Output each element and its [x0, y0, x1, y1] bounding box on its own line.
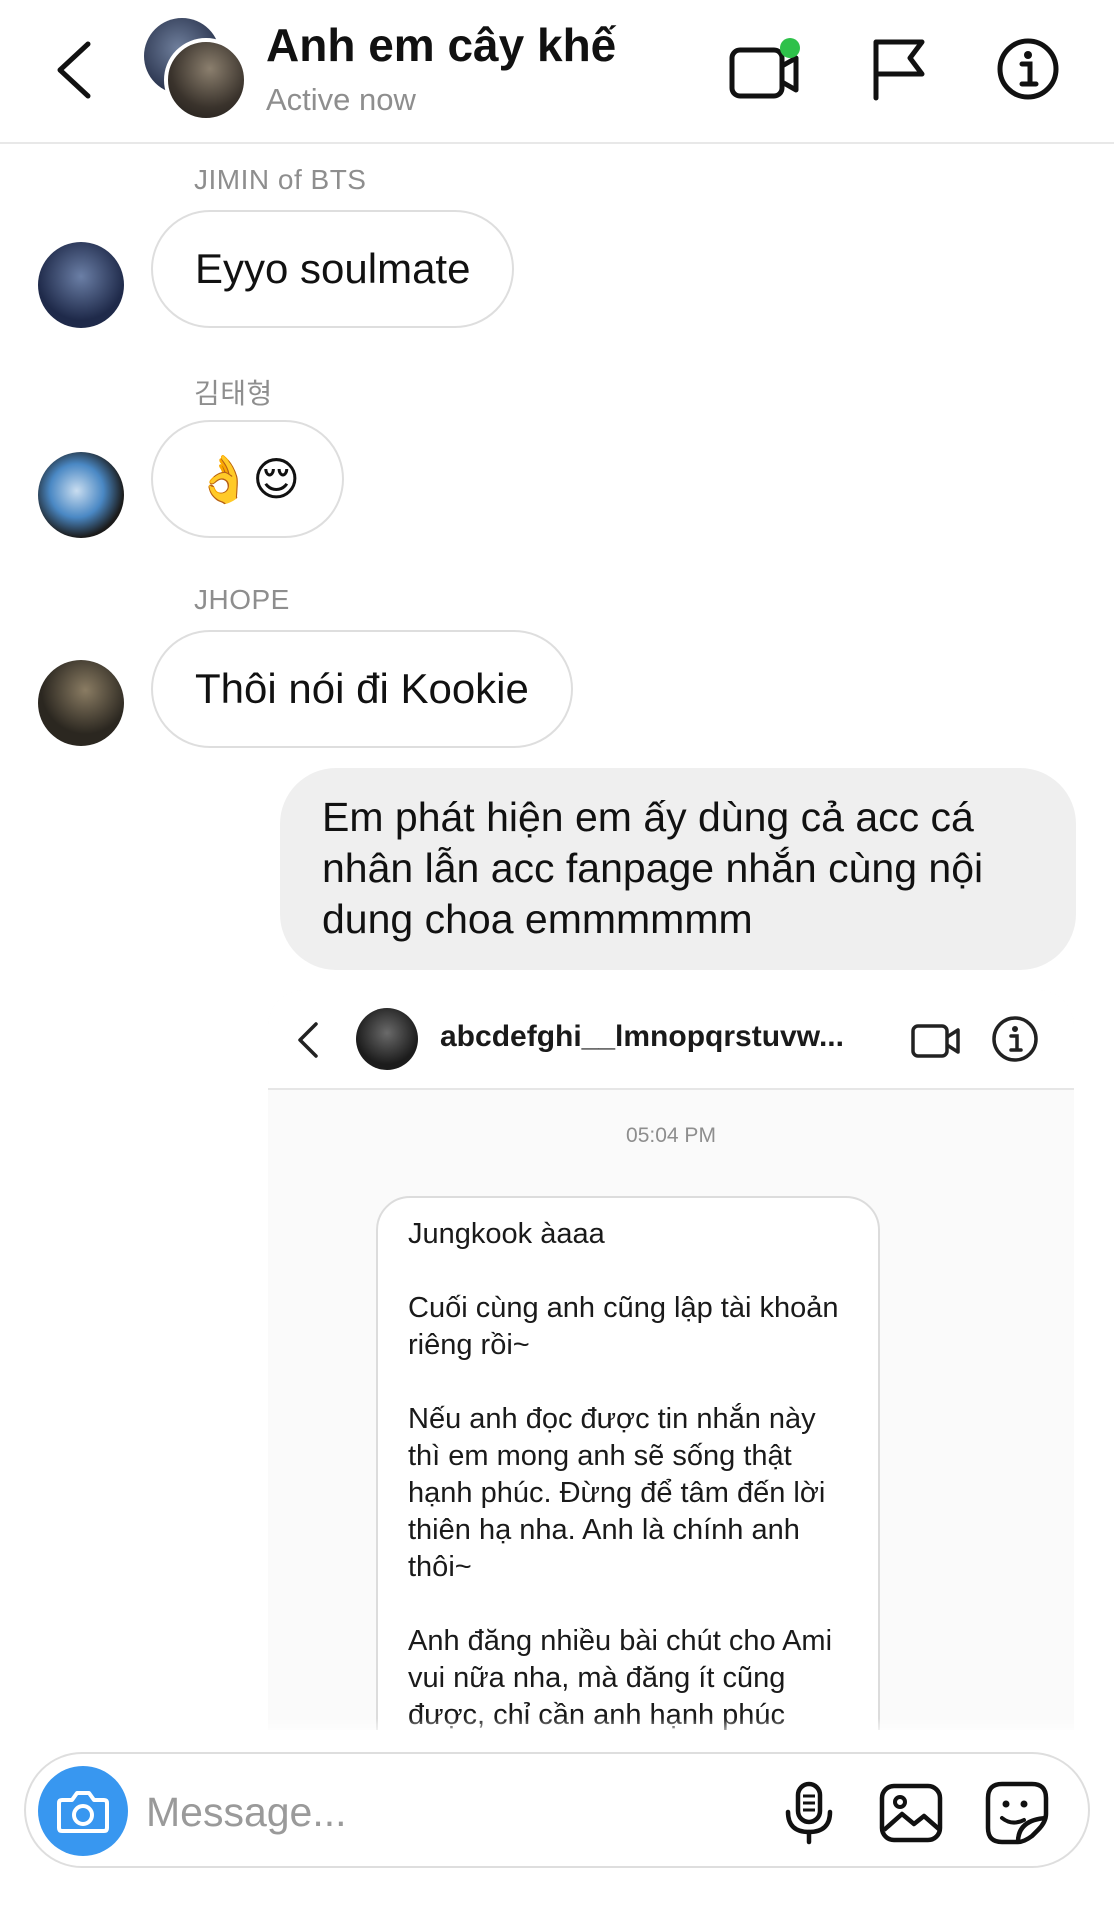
back-icon — [298, 1022, 318, 1058]
outgoing-message-bubble[interactable]: Em phát hiện em ấy dùng cả acc cá nhân l… — [280, 768, 1076, 970]
screenshot-paragraph: Cuối cùng anh cũng lập tài khoản riêng r… — [408, 1292, 839, 1361]
message-input[interactable] — [146, 1784, 626, 1840]
microphone-icon[interactable] — [776, 1780, 842, 1846]
flag-icon[interactable] — [866, 36, 942, 102]
video-call-icon — [911, 1024, 960, 1058]
screenshot-message-bubble: Jungkook àaaa Cuối cùng anh cũng lập tài… — [376, 1196, 880, 1730]
screenshot-paragraph: Anh đăng nhiều bài chút cho Ami vui nữa … — [408, 1625, 833, 1730]
screenshot-paragraph: Nếu anh đọc được tin nhắn này thì em mon… — [408, 1403, 826, 1583]
message-bubble[interactable]: 👌😌 — [151, 420, 345, 538]
shared-screenshot-image[interactable]: abcdefghi__lmnopqrstuvw... 05:04 PM Jung… — [268, 990, 1074, 1730]
screenshot-paragraph: Jungkook àaaa — [408, 1218, 605, 1250]
screenshot-username: abcdefghi__lmnopqrstuvw... — [440, 1020, 844, 1053]
sender-name: JIMIN of BTS — [194, 164, 367, 195]
message-bubble[interactable]: Thôi nói đi Kookie — [151, 630, 573, 748]
active-status: Active now — [266, 82, 416, 117]
back-icon[interactable] — [52, 40, 98, 100]
sender-avatar[interactable] — [38, 452, 124, 538]
gallery-icon[interactable] — [878, 1780, 944, 1846]
message-bubble[interactable]: Eyyo soulmate — [151, 210, 515, 328]
avatar — [356, 1008, 418, 1070]
message-composer — [24, 1752, 1090, 1868]
divider — [0, 1718, 1114, 1738]
screenshot-chat-header: abcdefghi__lmnopqrstuvw... — [268, 990, 1074, 1090]
camera-button[interactable] — [38, 1766, 128, 1856]
chat-title[interactable]: Anh em cây khế — [266, 18, 616, 72]
sender-name: JHOPE — [194, 584, 290, 615]
sender-avatar[interactable] — [38, 660, 124, 746]
video-call-icon[interactable] — [728, 36, 804, 102]
camera-icon — [57, 1791, 109, 1833]
info-icon[interactable] — [990, 36, 1066, 102]
member-avatar — [164, 38, 248, 122]
chat-header: Anh em cây khế Active now — [0, 0, 1114, 144]
sticker-icon[interactable] — [984, 1780, 1050, 1846]
sender-name: 김태형 — [194, 378, 273, 409]
info-icon — [992, 1016, 1038, 1062]
sender-avatar[interactable] — [38, 242, 124, 328]
screenshot-timestamp: 05:04 PM — [626, 1124, 716, 1147]
group-avatar[interactable] — [140, 14, 250, 124]
